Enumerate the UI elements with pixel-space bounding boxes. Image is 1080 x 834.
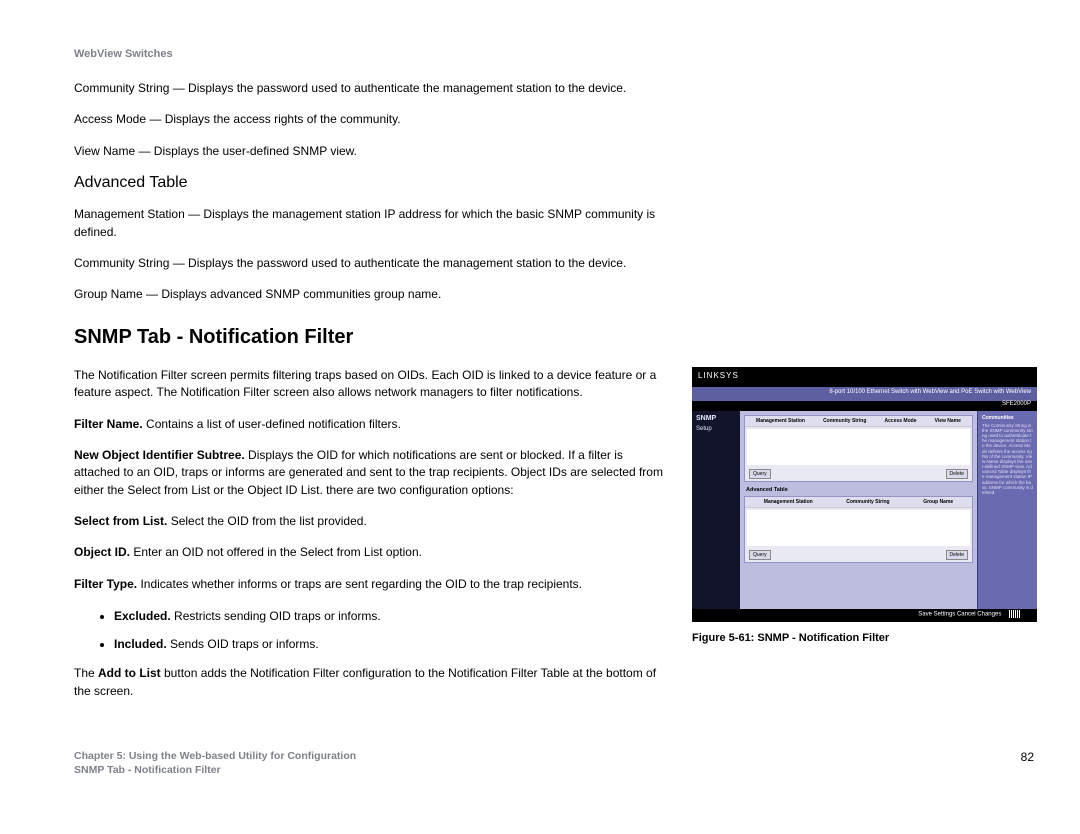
brand-logo: LINKSYS [698,371,739,380]
bold-select-from-list: Select from List. [74,514,167,528]
bold-new-oid: New Object Identifier Subtree. [74,448,245,462]
advanced-table-panel: Management Station Community String Grou… [744,496,973,563]
para-intro: The Notification Filter screen permits f… [74,367,664,402]
para-new-oid-subtree: New Object Identifier Subtree. Displays … [74,447,664,499]
para-object-id: Object ID. Enter an OID not offered in t… [74,544,664,561]
help-title: Communities [982,415,1033,421]
cisco-icon [1009,610,1021,618]
heading-snmp-notification-filter: SNMP Tab - Notification Filter [74,326,1034,349]
bold-included: Included. [114,637,167,651]
footer-chapter: Chapter 5: Using the Web-based Utility f… [74,750,356,762]
screenshot-center-area: Management Station Community String Acce… [740,411,977,609]
para-view-name: View Name — Displays the user-defined SN… [74,143,664,160]
para-filter-name: Filter Name. Contains a list of user-def… [74,416,664,433]
para-add-to-list: The Add to List button adds the Notifica… [74,665,664,700]
text-object-id: Enter an OID not offered in the Select f… [130,545,422,559]
bold-excluded: Excluded. [114,609,171,623]
bullet-list: Excluded. Restricts sending OID traps or… [74,607,664,653]
screenshot-brand-bar: LINKSYS [692,367,1037,387]
text-excluded: Restricts sending OID traps or informs. [171,609,381,623]
delete-button-2[interactable]: Delete [946,550,968,560]
bold-object-id: Object ID. [74,545,130,559]
screenshot-title-bar: 8-port 10/100 Ethernet Switch with WebVi… [692,387,1037,401]
page-number: 82 [1021,750,1034,764]
right-column: LINKSYS 8-port 10/100 Ethernet Switch wi… [692,367,1037,644]
bold-filter-type: Filter Type. [74,577,137,591]
para-group-name: Group Name — Displays advanced SNMP comm… [74,286,664,303]
footer-section: SNMP Tab - Notification Filter [74,764,356,776]
col-head: Community String [846,499,889,505]
col-head: Community String [823,418,866,424]
screenshot-model-bar: SFE2000P [692,401,1037,411]
screenshot-help-panel: Communities The Community String is the … [977,411,1037,609]
nav-section-label: SNMP [696,415,736,422]
para-access-mode: Access Mode — Displays the access rights… [74,111,664,128]
bold-add-to-list: Add to List [98,666,161,680]
screenshot-footer-bar: Save Settings Cancel Changes [692,609,1037,622]
text-add-b: button adds the Notification Filter conf… [74,666,656,697]
help-text: The Community String is the SNMP communi… [982,423,1033,495]
text-filter-type: Indicates whether informs or traps are s… [137,577,582,591]
col-head: View Name [935,418,961,424]
bullet-included: Included. Sends OID traps or informs. [114,635,664,653]
screenshot-snmp-notification-filter: LINKSYS 8-port 10/100 Ethernet Switch wi… [692,367,1037,622]
text-included: Sends OID traps or informs. [167,637,319,651]
screenshot-left-nav: SNMP Setup [692,411,740,609]
text-select-from-list: Select the OID from the list provided. [167,514,366,528]
text-filter-name: Contains a list of user-defined notifica… [143,417,401,431]
delete-button[interactable]: Delete [946,469,968,479]
footer-actions: Save Settings Cancel Changes [918,611,1001,617]
col-head: Management Station [764,499,813,505]
advanced-table-label: Advanced Table [744,485,973,493]
heading-advanced-table: Advanced Table [74,174,1034,192]
col-head: Management Station [756,418,805,424]
query-button[interactable]: Query [749,469,771,479]
para-management-station: Management Station — Displays the manage… [74,206,664,241]
text-add-a: The [74,666,98,680]
para-select-from-list: Select from List. Select the OID from th… [74,513,664,530]
left-column: The Notification Filter screen permits f… [74,367,664,714]
col-head: Access Mode [885,418,917,424]
page-footer: Chapter 5: Using the Web-based Utility f… [74,750,1034,776]
para-community-string-2: Community String — Displays the password… [74,255,664,272]
query-button-2[interactable]: Query [749,550,771,560]
basic-table-panel: Management Station Community String Acce… [744,415,973,482]
para-community-string-1: Community String — Displays the password… [74,80,664,97]
nav-tab: Setup [696,426,736,432]
col-head: Group Name [923,499,953,505]
body-content: Community String — Displays the password… [74,80,1034,714]
bullet-excluded: Excluded. Restricts sending OID traps or… [114,607,664,625]
figure-caption: Figure 5-61: SNMP - Notification Filter [692,632,1037,644]
para-filter-type: Filter Type. Indicates whether informs o… [74,576,664,593]
running-header: WebView Switches [74,48,173,60]
bold-filter-name: Filter Name. [74,417,143,431]
